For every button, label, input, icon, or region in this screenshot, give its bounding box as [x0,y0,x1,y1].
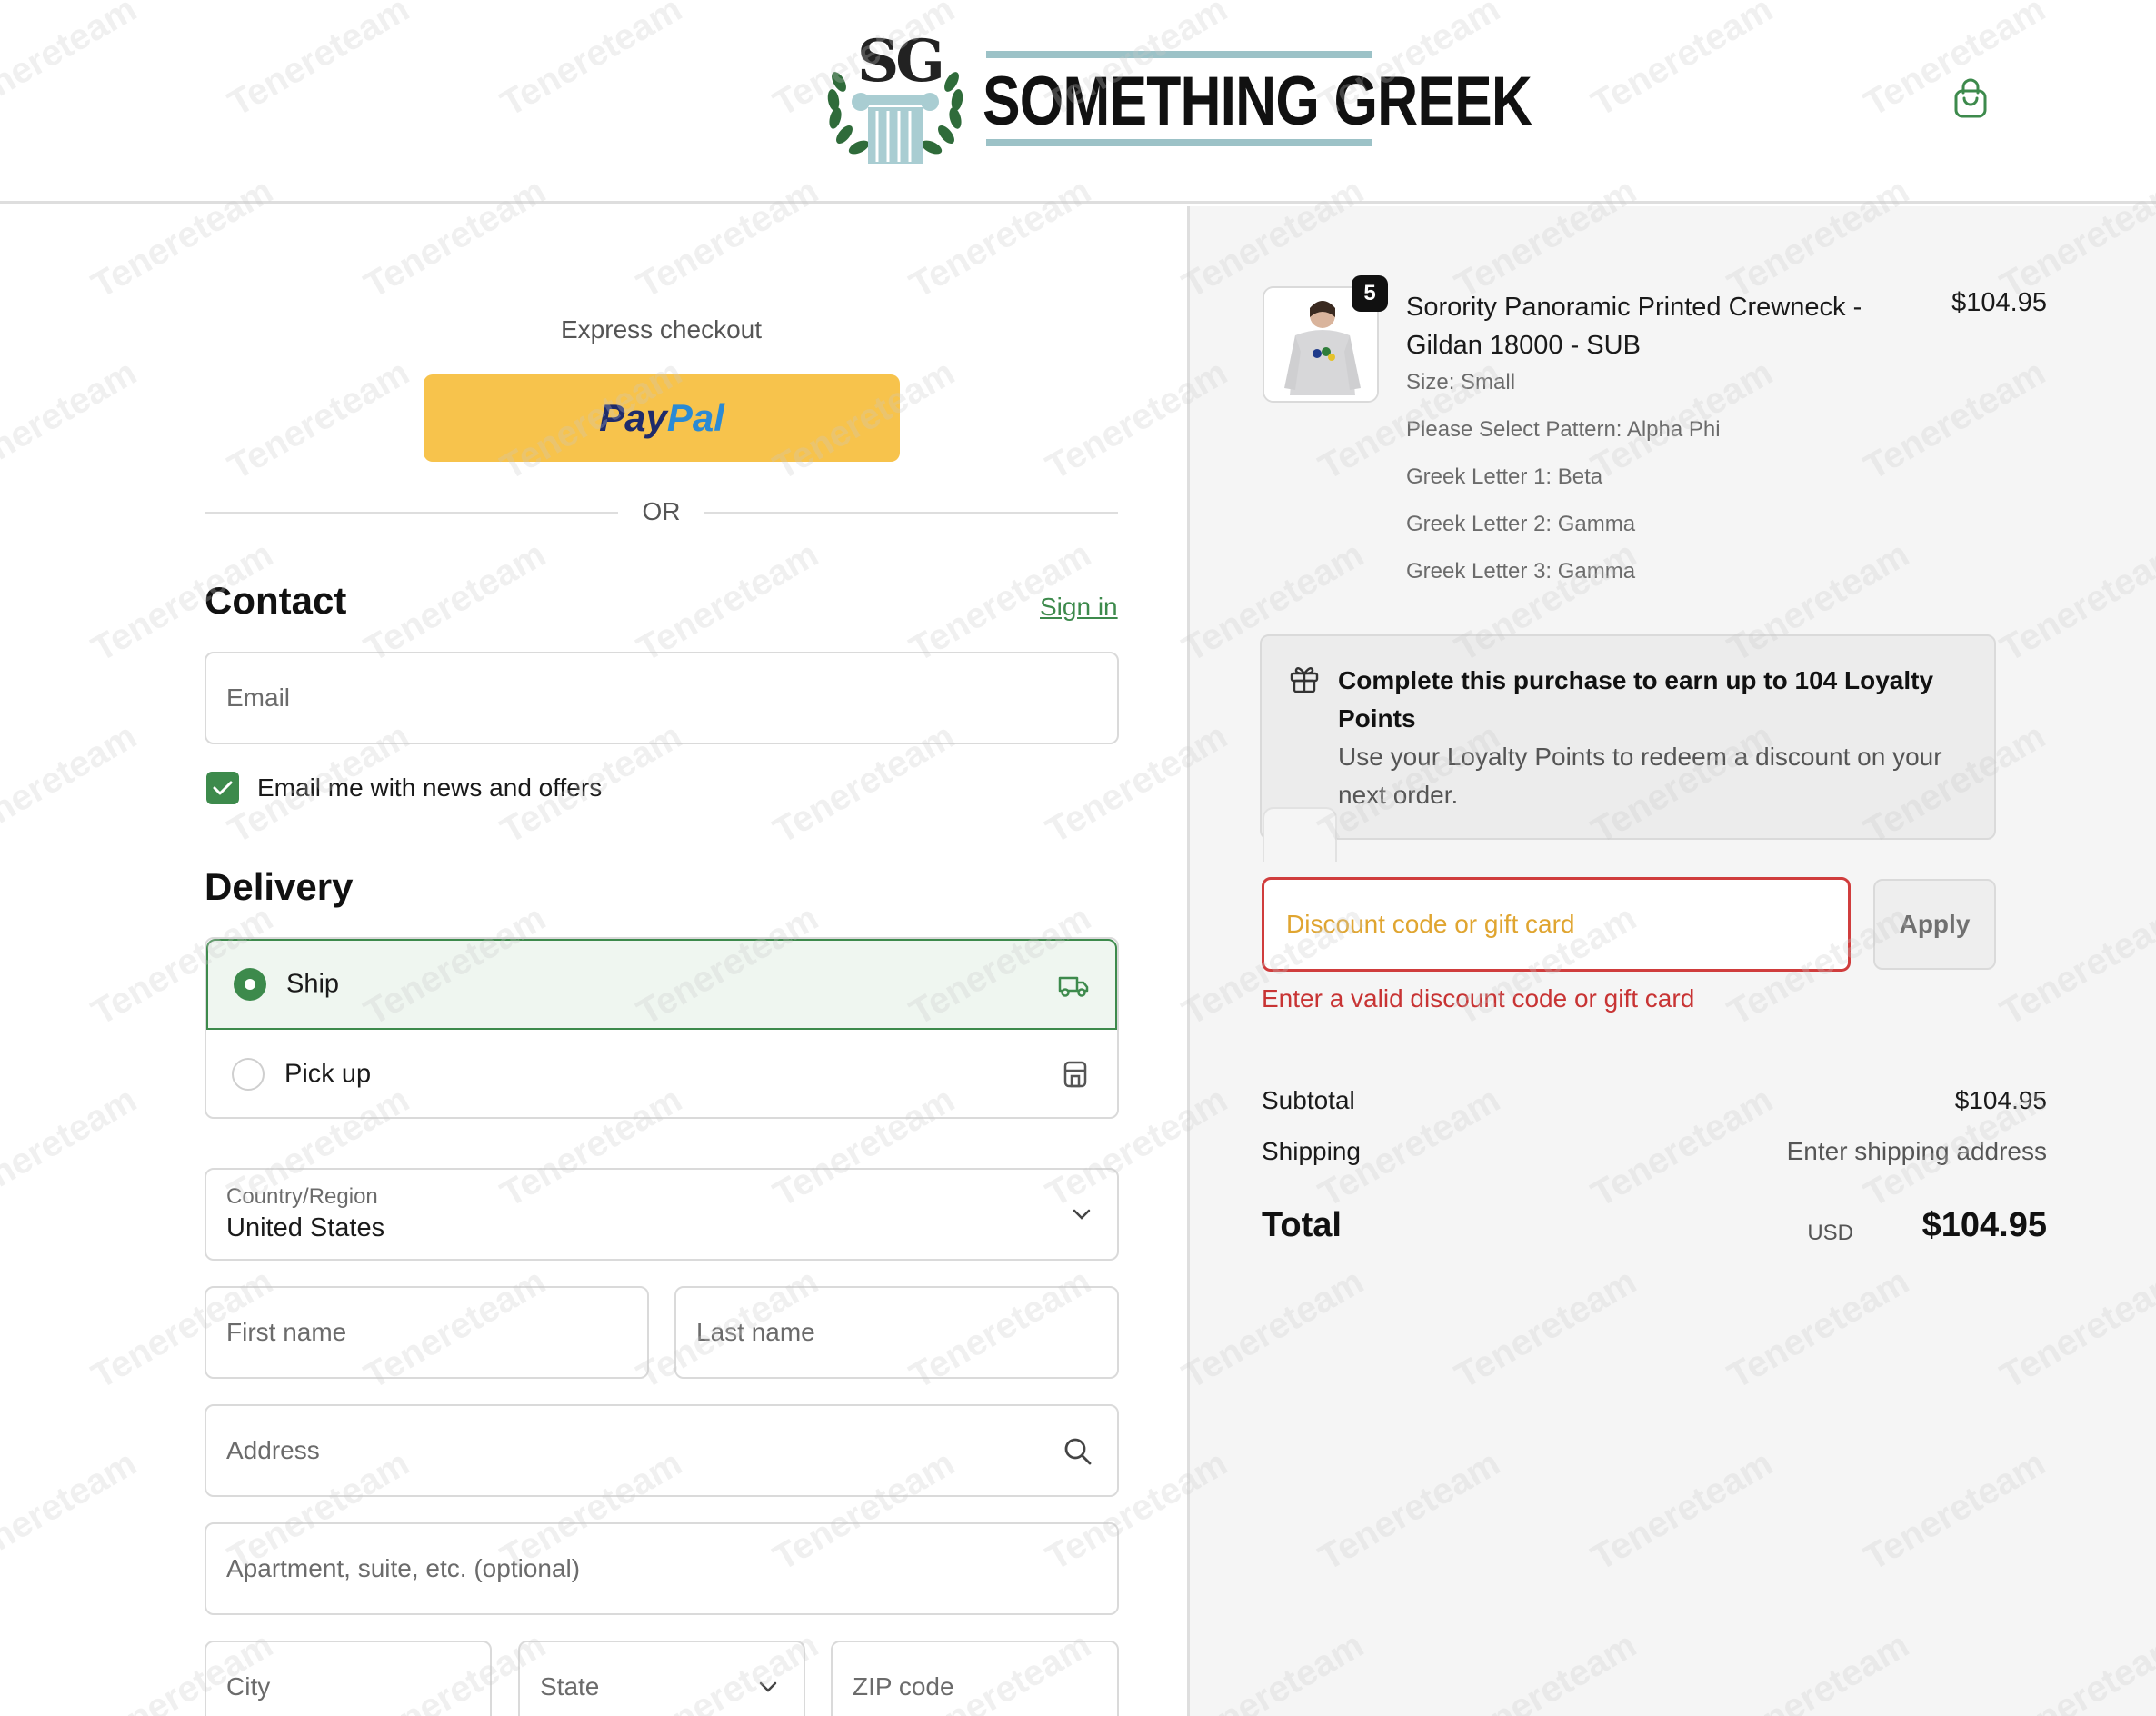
loyalty-banner: Complete this purchase to earn up to 104… [1260,634,1996,840]
last-name-placeholder: Last name [696,1318,815,1346]
product-price: $104.95 [1951,288,2047,317]
email-field[interactable]: Email [205,652,1119,744]
paypal-button[interactable]: PayPal [424,374,900,462]
country-value: United States [226,1213,385,1242]
checkmark-icon [213,781,233,795]
discount-placeholder: Discount code or gift card [1286,910,1575,938]
product-option: Greek Letter 2: Gamma [1406,512,1636,536]
express-checkout-title: Express checkout [561,315,762,344]
discount-error-message: Enter a valid discount code or gift card [1262,984,1695,1013]
currency-code: USD [1807,1221,1853,1245]
state-placeholder: State [540,1672,600,1701]
or-separator: OR [205,497,1118,534]
delivery-option-pickup[interactable]: Pick up [206,1030,1117,1117]
logo-bar-top [986,51,1372,58]
product-option: Greek Letter 1: Beta [1406,464,1603,489]
newsletter-label: Email me with news and offers [257,773,603,802]
first-name-field[interactable]: First name [205,1286,649,1379]
city-field[interactable]: City [205,1641,492,1716]
first-name-placeholder: First name [226,1318,347,1346]
quantity-badge: 5 [1352,275,1388,312]
checkout-form-column: Express checkout PayPal OR Contact Sign … [0,206,1187,1716]
loyalty-widget-tab[interactable] [1263,807,1337,862]
logo-bar-bottom [986,139,1372,146]
zip-placeholder: ZIP code [853,1672,954,1701]
subtotal-label: Subtotal [1262,1086,1355,1114]
zip-field[interactable]: ZIP code [831,1641,1119,1716]
apartment-field[interactable]: Apartment, suite, etc. (optional) [205,1522,1119,1615]
sign-in-link[interactable]: Sign in [1040,593,1118,622]
search-icon[interactable] [1063,1436,1093,1467]
loyalty-title: Complete this purchase to earn up to 104… [1338,666,1934,733]
state-select[interactable]: State [518,1641,805,1716]
ship-label: Ship [286,969,340,999]
total-label: Total [1262,1206,1342,1244]
country-label: Country/Region [226,1184,378,1209]
product-title: Sorority Panoramic Printed Crewneck - Gi… [1406,293,1862,360]
pickup-label: Pick up [284,1059,372,1089]
paypal-logo: PayPal [599,396,724,439]
total-value: $104.95 [1921,1206,2047,1244]
delivery-method-group: Ship Pick up [205,937,1119,1119]
logo-monogram: SG [857,27,945,95]
subtotal-value: $104.95 [1954,1086,2047,1114]
delivery-heading: Delivery [205,865,354,908]
logo-text: SOMETHING GREEK [983,63,1532,140]
pickup-radio[interactable] [232,1058,265,1091]
header: SG SOMETHING GREEK [0,0,2156,204]
discount-code-field[interactable]: Discount code or gift card [1262,877,1851,972]
order-summary-column: 5 Sorority Panoramic Printed Crewneck - … [1187,206,2156,1716]
address-field[interactable]: Address [205,1404,1119,1497]
shopping-bag-icon[interactable] [1952,78,1989,120]
chevron-down-icon [759,1681,777,1692]
city-placeholder: City [226,1672,271,1701]
shipping-label: Shipping [1262,1137,1361,1165]
last-name-field[interactable]: Last name [674,1286,1119,1379]
apply-button[interactable]: Apply [1873,879,1996,970]
apartment-placeholder: Apartment, suite, etc. (optional) [226,1554,581,1582]
store-icon [1063,1061,1087,1088]
address-placeholder: Address [226,1436,320,1464]
newsletter-checkbox[interactable] [206,772,239,804]
ship-radio[interactable] [234,968,266,1001]
store-logo[interactable]: SG SOMETHING GREEK [823,27,1532,168]
email-placeholder: Email [226,683,291,712]
product-option: Size: Small [1406,370,1516,394]
chevron-down-icon [1073,1209,1091,1220]
delivery-option-ship[interactable]: Ship [206,939,1117,1030]
country-select[interactable]: Country/Region United States [205,1168,1119,1261]
or-label: OR [642,497,681,525]
truck-icon [1058,976,1089,997]
product-option: Please Select Pattern: Alpha Phi [1406,417,1721,442]
contact-heading: Contact [205,579,347,622]
shipping-value: Enter shipping address [1786,1137,2047,1165]
product-option: Greek Letter 3: Gamma [1406,559,1636,584]
gift-icon [1290,667,1319,693]
loyalty-description: Use your Loyalty Points to redeem a disc… [1338,743,1942,809]
